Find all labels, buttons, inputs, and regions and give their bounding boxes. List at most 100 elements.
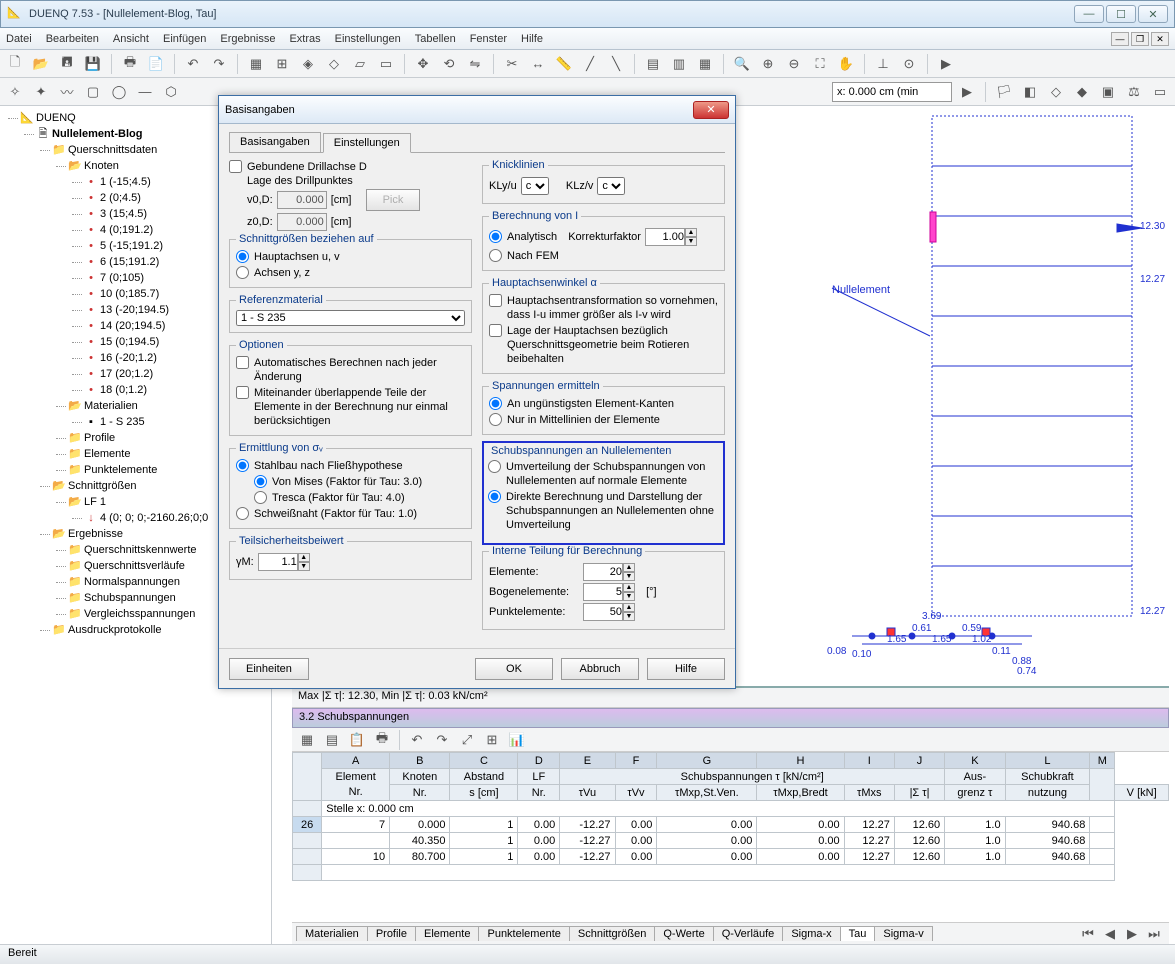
row-head[interactable] [293, 833, 322, 849]
save-icon[interactable]: 🖪 [56, 53, 78, 75]
bp-tab-tau[interactable]: Tau [840, 926, 876, 941]
chk-haupt2[interactable]: Lage der Hauptachsen bezüglich Querschni… [489, 323, 718, 367]
tool3-icon[interactable]: ▱ [349, 53, 371, 75]
t2-r1-icon[interactable]: 🏳 [993, 81, 1015, 103]
tree-knoten-item[interactable]: 17 (20;1.2) [100, 368, 153, 380]
mdi-close[interactable]: ✕ [1151, 32, 1169, 46]
tree-erg-item[interactable]: Querschnittsverläufe [84, 560, 185, 572]
pan-icon[interactable]: ✋ [835, 53, 857, 75]
rdo-schubnull2[interactable]: Direkte Berechnung und Darstellung der S… [488, 489, 719, 533]
t2-3-icon[interactable]: 〰 [56, 81, 78, 103]
mdi-minimize[interactable]: — [1111, 32, 1129, 46]
tool2-icon[interactable]: ◇ [323, 53, 345, 75]
tree-knoten-item[interactable]: 18 (0;1.2) [100, 384, 147, 396]
t2-r3-icon[interactable]: ◇ [1045, 81, 1067, 103]
rdo-nachfem[interactable]: Nach FEM [489, 248, 718, 264]
tool4-icon[interactable]: ▭ [375, 53, 397, 75]
bp-tab-punktelemente[interactable]: Punktelemente [478, 926, 569, 941]
grid-icon[interactable]: ▦ [245, 53, 267, 75]
int-bogen-input[interactable] [583, 583, 623, 601]
line-icon[interactable]: ╱ [579, 53, 601, 75]
rdo-analytisch[interactable]: Analytisch [489, 229, 557, 245]
zoom-out-icon[interactable]: ⊖ [783, 53, 805, 75]
tree-knoten-item[interactable]: 7 (0;105) [100, 272, 144, 284]
tab-last-icon[interactable]: ⏭ [1143, 923, 1165, 945]
bp-tab-sigma-x[interactable]: Sigma-x [782, 926, 840, 941]
t2-r6-icon[interactable]: ⚖ [1123, 81, 1145, 103]
tt-5-icon[interactable]: ↶ [406, 729, 428, 751]
rdo-hauptachsen[interactable]: Hauptachsen u, v [236, 249, 465, 265]
tree-knoten-item[interactable]: 13 (-20;194.5) [100, 304, 169, 316]
tree-erg-item[interactable]: Normalspannungen [84, 576, 180, 588]
tree-knoten-item[interactable]: 2 (0;4.5) [100, 192, 141, 204]
zoom-in-icon[interactable]: ⊕ [757, 53, 779, 75]
table-icon[interactable]: ▤ [642, 53, 664, 75]
rdo-schubnull1[interactable]: Umverteilung der Schubspannungen von Nul… [488, 459, 719, 489]
tree-knoten-item[interactable]: 5 (-15;191.2) [100, 240, 163, 252]
mdi-restore[interactable]: ❐ [1131, 32, 1149, 46]
redo-icon[interactable]: ↷ [208, 53, 230, 75]
bp-tab-profile[interactable]: Profile [367, 926, 416, 941]
t2-r4-icon[interactable]: ◆ [1071, 81, 1093, 103]
tab-prev-icon[interactable]: ◀ [1099, 923, 1121, 945]
chk-haupt1[interactable]: Hauptachsentransformation so vornehmen, … [489, 293, 718, 323]
tab-next-icon[interactable]: ▶ [1121, 923, 1143, 945]
bp-tab-q-werte[interactable]: Q-Werte [654, 926, 713, 941]
t2-1-icon[interactable]: ✧ [4, 81, 26, 103]
tt-6-icon[interactable]: ↷ [431, 729, 453, 751]
tab-first-icon[interactable]: ⏮ [1077, 923, 1099, 945]
tree-schnittgroessen[interactable]: Schnittgrößen [68, 480, 136, 492]
rdo-vonmises[interactable]: Von Mises (Faktor für Tau: 3.0) [254, 474, 465, 490]
klyu-select[interactable]: c [521, 177, 549, 195]
t2-r2-icon[interactable]: ◧ [1019, 81, 1041, 103]
korrektur-input[interactable] [645, 228, 685, 246]
menu-tabellen[interactable]: Tabellen [415, 33, 456, 45]
undo-icon[interactable]: ↶ [182, 53, 204, 75]
abbruch-button[interactable]: Abbruch [561, 658, 639, 680]
chk-gebundene[interactable]: Gebundene Drillachse D [229, 159, 472, 175]
print-icon[interactable]: 🖶 [119, 53, 141, 75]
int-punkt-input[interactable] [583, 603, 623, 621]
tree-root[interactable]: DUENQ [36, 112, 76, 124]
menu-fenster[interactable]: Fenster [470, 33, 507, 45]
origin-icon[interactable]: ⊙ [898, 53, 920, 75]
axis-icon[interactable]: ⊥ [872, 53, 894, 75]
x-play-icon[interactable]: ▶ [956, 81, 978, 103]
menu-einstellungen[interactable]: Einstellungen [335, 33, 401, 45]
col-A[interactable]: A [322, 753, 390, 769]
rotate-icon[interactable]: ⟲ [438, 53, 460, 75]
chk-overlap[interactable]: Miteinander überlappende Teile der Eleme… [236, 385, 465, 429]
einheiten-button[interactable]: Einheiten [229, 658, 309, 680]
tree-erg-item[interactable]: Vergleichsspannungen [84, 608, 195, 620]
menu-hilfe[interactable]: Hilfe [521, 33, 543, 45]
menu-ansicht[interactable]: Ansicht [113, 33, 149, 45]
tree-lf1[interactable]: LF 1 [84, 496, 106, 508]
rdo-tresca[interactable]: Tresca (Faktor für Tau: 4.0) [254, 490, 465, 506]
tt-9-icon[interactable]: 📊 [506, 729, 528, 751]
table3-icon[interactable]: ▦ [694, 53, 716, 75]
dialog-close-button[interactable]: ✕ [693, 101, 729, 119]
open-icon[interactable]: 📂 [30, 53, 52, 75]
t2-6-icon[interactable]: — [134, 81, 156, 103]
zoom-fit-icon[interactable]: ⛶ [809, 53, 831, 75]
int-elemente-input[interactable] [583, 563, 623, 581]
tool-icon[interactable]: ◈ [297, 53, 319, 75]
tree-knoten-item[interactable]: 15 (0;194.5) [100, 336, 159, 348]
tt-1-icon[interactable]: ▦ [296, 729, 318, 751]
rdo-achsen[interactable]: Achsen y, z [236, 265, 465, 281]
tree-ausdruck[interactable]: Ausdruckprotokolle [68, 624, 162, 636]
tree-querschnittsdaten[interactable]: Querschnittsdaten [68, 144, 157, 156]
tree-knoten[interactable]: Knoten [84, 160, 119, 172]
tab-einstellungen[interactable]: Einstellungen [323, 133, 411, 153]
tt-3-icon[interactable]: 📋 [346, 729, 368, 751]
tree-erg-item[interactable]: Querschnittskennwerte [84, 544, 197, 556]
t2-r7-icon[interactable]: ▭ [1149, 81, 1171, 103]
calc-icon[interactable]: ▶ [935, 53, 957, 75]
gammaM-input[interactable] [258, 553, 298, 571]
dim-icon[interactable]: ↔ [527, 53, 549, 75]
rdo-schweiss[interactable]: Schweißnaht (Faktor für Tau: 1.0) [236, 506, 465, 522]
t2-5-icon[interactable]: ◯ [108, 81, 130, 103]
close-button[interactable]: ✕ [1138, 5, 1168, 23]
v0d-input[interactable] [277, 191, 327, 209]
t2-7-icon[interactable]: ⬡ [160, 81, 182, 103]
